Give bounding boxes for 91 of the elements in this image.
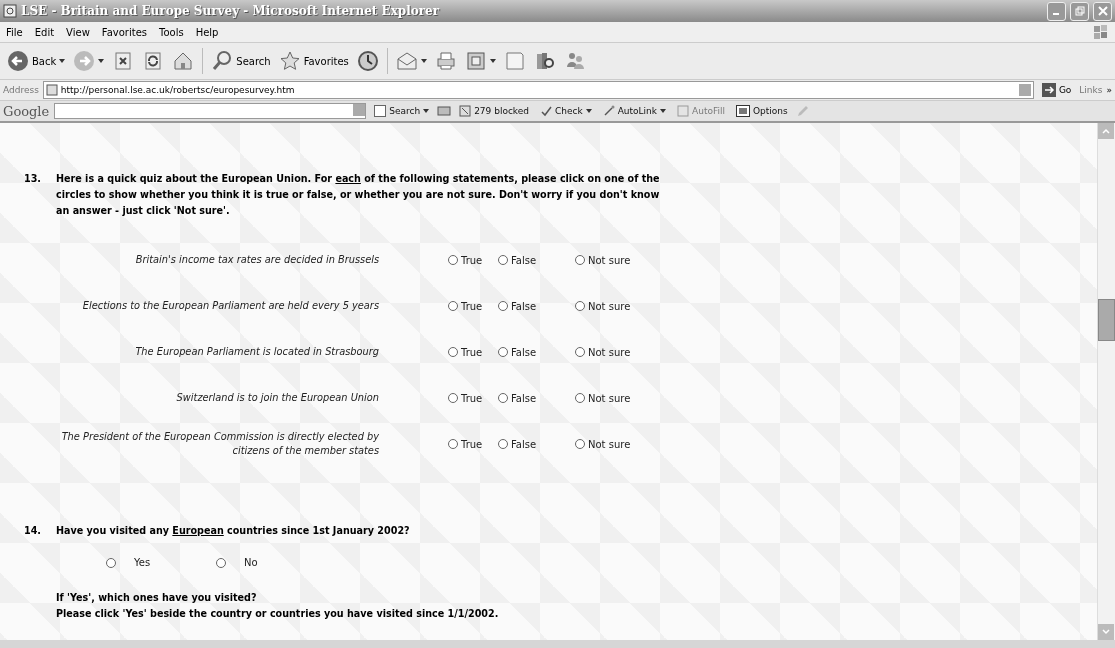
menu-item[interactable]: File xyxy=(0,26,29,38)
radio-option[interactable]: True xyxy=(448,392,498,404)
go-arrow-icon[interactable] xyxy=(1041,83,1056,97)
caret-icon[interactable] xyxy=(585,109,592,113)
envelope-icon[interactable] xyxy=(395,50,418,72)
google-search-button[interactable]: Search xyxy=(371,105,433,117)
restore-button[interactable] xyxy=(1070,1,1089,21)
caret-icon[interactable] xyxy=(489,59,496,63)
search-button[interactable]: Search xyxy=(208,48,274,74)
radio-button[interactable] xyxy=(498,255,508,265)
radio-button[interactable] xyxy=(448,439,458,449)
menu-item[interactable]: Favorites xyxy=(95,26,153,38)
statement-text: The President of the European Commission is directly elected by citizens of the member states xyxy=(60,430,379,458)
spell-check-button[interactable]: Check xyxy=(537,105,595,117)
options-button[interactable]: Options xyxy=(732,105,791,117)
close-icon[interactable] xyxy=(1097,6,1108,16)
wand-icon[interactable] xyxy=(602,105,615,117)
statement-text: Elections to the European Parliament are held every 5 years xyxy=(81,299,379,313)
radio-button[interactable] xyxy=(575,255,585,265)
radio-option[interactable]: True xyxy=(448,300,498,312)
more-chevron[interactable]: » xyxy=(1106,85,1112,95)
options-icon[interactable] xyxy=(735,105,750,117)
statement-text: Britain's income tax rates are decided in Brussels xyxy=(134,253,379,267)
statement-text: Switzerland is to join the European Union xyxy=(175,391,379,405)
close-button[interactable] xyxy=(1093,1,1112,21)
radio-button[interactable] xyxy=(448,301,458,311)
radio-option[interactable]: False xyxy=(498,392,575,404)
caret-icon[interactable] xyxy=(423,109,430,113)
radio-option[interactable]: Not sure xyxy=(575,254,631,266)
check-mark-icon[interactable] xyxy=(540,105,552,117)
radio-option[interactable]: False xyxy=(498,346,575,358)
radio-button[interactable] xyxy=(498,347,508,357)
search-icon[interactable] xyxy=(211,50,234,72)
radio-button[interactable] xyxy=(575,393,585,403)
radio-button[interactable] xyxy=(498,393,508,403)
scrollbar-thumb[interactable] xyxy=(1098,299,1115,341)
radio-button[interactable] xyxy=(448,347,458,357)
favorites-button[interactable]: Favorites xyxy=(275,48,352,74)
question-number: 14. xyxy=(24,524,42,538)
window-title: LSE - Britain and Europe Survey - Microsoft Internet Explorer xyxy=(21,4,441,18)
question-text: Have you visited any European countries since 1st January 2002? xyxy=(56,524,410,538)
radio-button[interactable] xyxy=(448,255,458,265)
question-text: Here is a quick quiz about the European Union. For each of the following statements, please click on one of the circles to show whether you think it is true or false, or whether you are not sure. Don't worry if you don't know an answer - just click 'Not sure'. xyxy=(56,172,661,218)
menu-item[interactable]: Edit xyxy=(28,26,61,38)
back-button[interactable]: Back xyxy=(4,48,69,74)
radio-button[interactable] xyxy=(448,393,458,403)
windows-flag-icon xyxy=(1093,24,1109,40)
menu-item[interactable]: Tools xyxy=(153,26,190,38)
page-icon xyxy=(45,84,58,96)
radio-option[interactable]: No xyxy=(216,557,326,568)
links-label[interactable]: Links xyxy=(1079,85,1103,95)
radio-option[interactable]: Not sure xyxy=(575,392,631,404)
star-icon[interactable] xyxy=(278,50,301,72)
radio-option[interactable]: False xyxy=(498,438,575,450)
menu-item[interactable]: Help xyxy=(189,26,225,38)
radio-option[interactable]: True xyxy=(448,346,498,358)
caret-icon[interactable] xyxy=(59,59,66,63)
instruction-text: Please click 'Yes' beside the country or countries you have visited since 1/1/2002. xyxy=(56,607,500,621)
radio-option[interactable]: False xyxy=(498,254,575,266)
address-field[interactable]: http://personal.lse.ac.uk/robertsc/europesurvey.htm xyxy=(42,81,1034,99)
radio-option[interactable]: False xyxy=(498,300,575,312)
radio-option[interactable]: Not sure xyxy=(575,346,631,358)
popup-blocker-button[interactable]: 279 blocked xyxy=(456,105,532,117)
radio-button[interactable] xyxy=(216,557,226,568)
autolink-button[interactable]: AutoLink xyxy=(599,105,669,117)
radio-option[interactable]: Not sure xyxy=(575,300,631,312)
blocked-popup-icon[interactable] xyxy=(459,105,472,117)
question-number: 13. xyxy=(24,172,42,186)
menu-item[interactable]: View xyxy=(60,26,96,38)
browser-icon xyxy=(3,4,17,18)
followup-question: If 'Yes', which ones have you visited? xyxy=(56,591,258,605)
radio-button[interactable] xyxy=(575,347,585,357)
news-icon[interactable] xyxy=(437,105,452,117)
radio-button[interactable] xyxy=(575,439,585,449)
address-label: Address xyxy=(3,85,39,95)
radio-button[interactable] xyxy=(575,301,585,311)
radio-button[interactable] xyxy=(498,439,508,449)
statement-text: The European Parliament is located in Strasbourg xyxy=(134,345,379,359)
radio-button[interactable] xyxy=(106,557,116,568)
radio-option[interactable]: Not sure xyxy=(575,438,631,450)
caret-icon[interactable] xyxy=(660,109,666,113)
google-logo[interactable]: Google xyxy=(3,103,50,119)
google-search-field[interactable] xyxy=(54,103,367,119)
caret-icon[interactable] xyxy=(98,59,105,63)
radio-option[interactable]: Yes xyxy=(106,557,216,568)
go-button[interactable]: Go xyxy=(1037,83,1076,97)
minimize-button[interactable] xyxy=(1047,1,1066,21)
radio-button[interactable] xyxy=(498,301,508,311)
radio-option[interactable]: True xyxy=(448,254,498,266)
caret-icon[interactable] xyxy=(420,59,427,63)
radio-option[interactable]: True xyxy=(448,438,498,450)
